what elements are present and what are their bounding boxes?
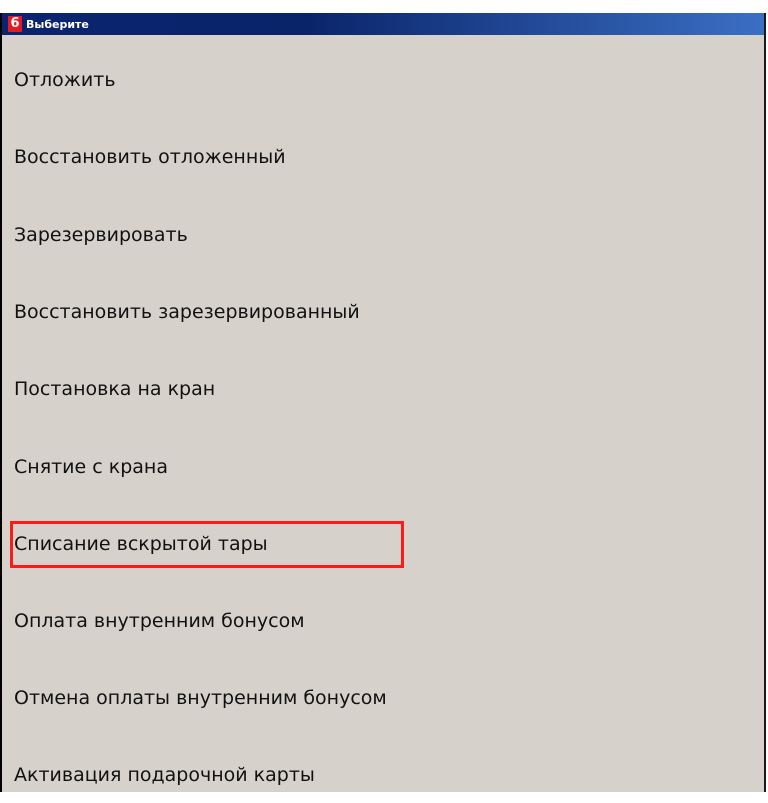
choose-dialog: 6 Выберите Отложить Восстановить отложен… bbox=[0, 13, 766, 792]
title-bar[interactable]: 6 Выберите bbox=[2, 13, 764, 35]
menu-item-activate-gift-card[interactable]: Активация подарочной карты bbox=[2, 747, 764, 803]
menu-item-restore-postponed[interactable]: Восстановить отложенный bbox=[2, 129, 764, 185]
menu-item-cancel-internal-bonus-payment[interactable]: Отмена оплаты внутренним бонусом bbox=[2, 670, 764, 726]
menu-item-restore-reserved[interactable]: Восстановить зарезервированный bbox=[2, 284, 764, 340]
menu-item-postpone[interactable]: Отложить bbox=[2, 52, 764, 108]
menu-item-write-off-opened-container[interactable]: Списание вскрытой тары bbox=[2, 516, 764, 572]
window-title: Выберите bbox=[26, 17, 89, 31]
menu-item-reserve[interactable]: Зарезервировать bbox=[2, 207, 764, 263]
menu-item-put-on-tap[interactable]: Постановка на кран bbox=[2, 361, 764, 417]
app-number-icon: 6 bbox=[8, 16, 22, 32]
menu-item-remove-from-tap[interactable]: Снятие с крана bbox=[2, 439, 764, 495]
menu-item-pay-internal-bonus[interactable]: Оплата внутренним бонусом bbox=[2, 593, 764, 649]
